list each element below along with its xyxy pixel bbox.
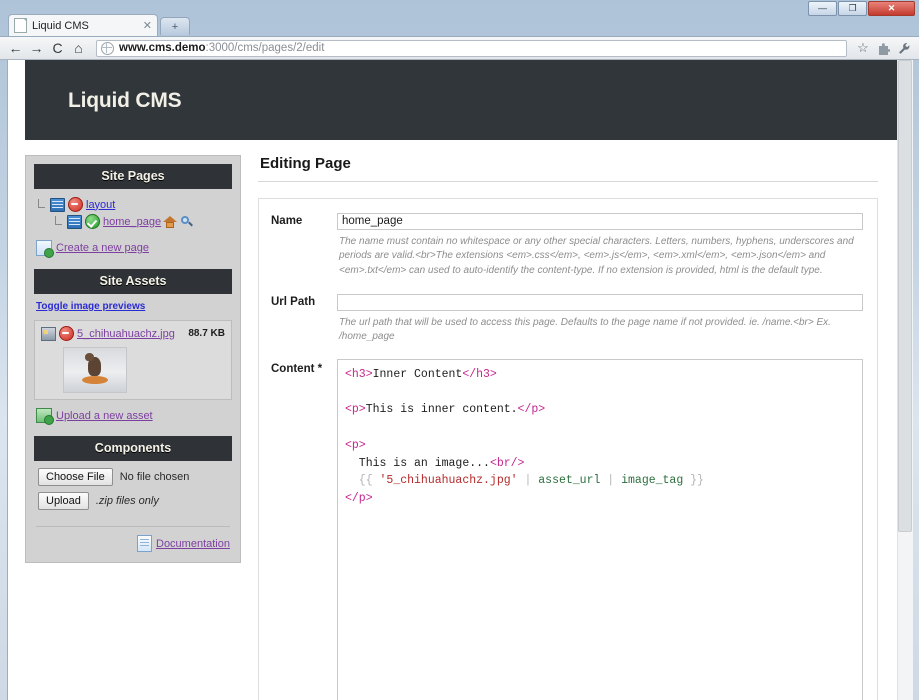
component-upload-form: Choose File No file chosen Upload .zip f… bbox=[34, 461, 232, 518]
globe-icon bbox=[101, 41, 114, 55]
title-divider bbox=[258, 181, 878, 182]
asset-name-link[interactable]: 5_chihuahuachz.jpg bbox=[77, 328, 175, 340]
navigation-bar: ← → C ⌂ www.cms.demo :3000/cms/pages/2/e… bbox=[0, 36, 919, 60]
content-field-body: <h3>Inner Content</h3> <p>This is inner … bbox=[337, 358, 863, 700]
name-label: Name bbox=[271, 215, 303, 227]
components-header: Components bbox=[34, 436, 232, 461]
upload-new-asset-link[interactable]: Upload a new asset bbox=[56, 410, 153, 422]
tree-item-layout[interactable]: layout bbox=[38, 196, 232, 213]
home-icon[interactable]: ⌂ bbox=[69, 39, 88, 58]
choose-file-button[interactable]: Choose File bbox=[38, 468, 113, 486]
edit-page-form: Name The name must contain no whitespace… bbox=[258, 198, 878, 700]
wrench-icon[interactable] bbox=[893, 39, 913, 58]
html-file-icon bbox=[50, 197, 65, 212]
asset-row: 5_chihuahuachz.jpg 88.7 KB bbox=[41, 326, 225, 341]
site-header: Liquid CMS bbox=[25, 60, 898, 140]
thumbnail-base bbox=[82, 376, 108, 384]
bookmark-star-icon[interactable]: ☆ bbox=[853, 39, 873, 58]
upload-new-asset-row[interactable]: Upload a new asset bbox=[34, 400, 232, 427]
tab-strip: Liquid CMS ✕ + bbox=[0, 14, 919, 36]
asset-thumbnail[interactable] bbox=[63, 347, 127, 393]
page-scrollbar[interactable] bbox=[897, 60, 913, 700]
delete-icon[interactable] bbox=[59, 326, 74, 341]
url-path-hint: The url path that will be used to access… bbox=[339, 316, 831, 343]
name-input[interactable] bbox=[337, 212, 863, 230]
url-host: www.cms.demo bbox=[119, 42, 206, 54]
tree-link-home-page[interactable]: home_page bbox=[103, 216, 161, 228]
name-field-body: The name must contain no whitespace or a… bbox=[337, 211, 863, 290]
site-assets-header: Site Assets bbox=[34, 269, 232, 294]
home-icon[interactable] bbox=[163, 215, 178, 228]
tab-liquid-cms[interactable]: Liquid CMS ✕ bbox=[8, 14, 158, 36]
toggle-image-previews-link[interactable]: Toggle image previews bbox=[34, 294, 232, 318]
ok-icon[interactable] bbox=[85, 214, 100, 229]
page-content: Liquid CMS Site Pages layout home_page C… bbox=[8, 60, 898, 700]
extension-icon[interactable] bbox=[873, 39, 893, 58]
tab-title: Liquid CMS bbox=[32, 19, 89, 32]
sidebar: Site Pages layout home_page Create a new… bbox=[25, 155, 241, 563]
tree-item-home-page[interactable]: home_page bbox=[38, 213, 232, 230]
preview-icon[interactable] bbox=[181, 215, 193, 228]
main-content: Editing Page Name The name must contain … bbox=[258, 155, 878, 700]
thumbnail-subject bbox=[85, 353, 101, 376]
upload-icon bbox=[36, 408, 54, 425]
asset-size: 88.7 KB bbox=[188, 328, 225, 339]
title-bar: — ❐ ✕ bbox=[0, 0, 919, 16]
documentation-row[interactable]: Documentation bbox=[34, 533, 232, 552]
no-file-chosen-label: No file chosen bbox=[119, 471, 190, 483]
name-hint: The name must contain no whitespace or a… bbox=[339, 235, 854, 276]
upload-button[interactable]: Upload bbox=[38, 492, 89, 510]
content-field-row: Content * <h3>Inner Content</h3> <p>This… bbox=[271, 358, 863, 700]
upload-row: Upload .zip files only bbox=[38, 492, 230, 510]
new-page-icon bbox=[36, 240, 54, 258]
page-title: Editing Page bbox=[260, 155, 351, 172]
tree-elbow-icon bbox=[38, 199, 49, 210]
divider bbox=[36, 526, 230, 527]
image-file-icon bbox=[41, 326, 56, 341]
scrollbar-thumb[interactable] bbox=[898, 60, 912, 532]
site-pages-header: Site Pages bbox=[34, 164, 232, 189]
create-new-page-row[interactable]: Create a new page bbox=[34, 232, 232, 260]
delete-icon[interactable] bbox=[68, 197, 83, 212]
zip-files-hint: .zip files only bbox=[95, 495, 159, 507]
page-icon bbox=[14, 18, 27, 33]
url-bar[interactable]: www.cms.demo :3000/cms/pages/2/edit bbox=[96, 39, 847, 57]
url-path-label: Url Path bbox=[271, 296, 316, 308]
documentation-link[interactable]: Documentation bbox=[156, 538, 230, 550]
back-icon[interactable]: ← bbox=[6, 39, 25, 58]
tree-link-layout[interactable]: layout bbox=[86, 199, 115, 211]
url-path: :3000/cms/pages/2/edit bbox=[205, 42, 325, 54]
asset-item: 5_chihuahuachz.jpg 88.7 KB bbox=[34, 320, 232, 400]
site-title: Liquid CMS bbox=[68, 89, 182, 112]
tree-elbow-icon bbox=[55, 216, 66, 227]
create-new-page-link[interactable]: Create a new page bbox=[56, 242, 149, 254]
forward-icon[interactable]: → bbox=[27, 39, 46, 58]
browser-viewport: Liquid CMS Site Pages layout home_page C… bbox=[7, 60, 913, 700]
site-pages-tree: layout home_page bbox=[34, 189, 232, 232]
browser-window: — ❐ ✕ Liquid CMS ✕ + ← → C ⌂ www.cms.dem… bbox=[0, 0, 919, 700]
close-icon[interactable]: ✕ bbox=[139, 19, 152, 32]
reload-icon[interactable]: C bbox=[48, 39, 67, 58]
choose-file-row: Choose File No file chosen bbox=[38, 468, 230, 486]
url-path-field-row: Url Path The url path that will be used … bbox=[271, 292, 863, 357]
content-editor[interactable]: <h3>Inner Content</h3> <p>This is inner … bbox=[337, 358, 863, 700]
name-field-row: Name The name must contain no whitespace… bbox=[271, 211, 863, 290]
document-icon bbox=[137, 535, 152, 552]
new-tab-button[interactable]: + bbox=[160, 17, 190, 35]
html-file-icon bbox=[67, 214, 82, 229]
content-label: Content * bbox=[271, 362, 323, 375]
url-path-field-body: The url path that will be used to access… bbox=[337, 292, 863, 357]
url-path-input[interactable] bbox=[337, 293, 863, 311]
